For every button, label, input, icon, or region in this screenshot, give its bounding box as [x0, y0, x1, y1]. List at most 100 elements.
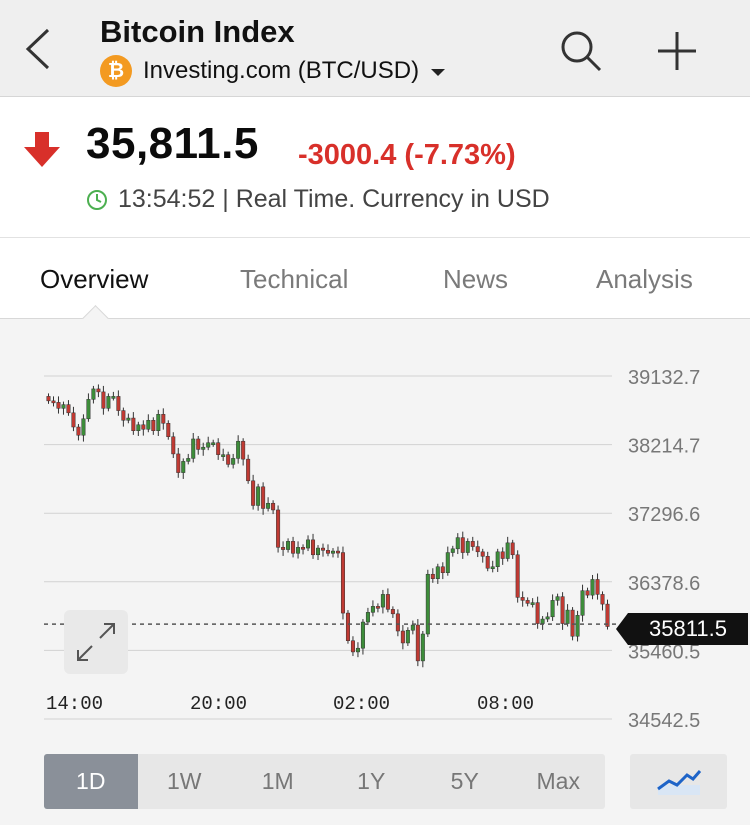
- candle-body: [301, 547, 306, 550]
- tab-analysis[interactable]: Analysis: [596, 264, 693, 295]
- candle-body: [405, 630, 410, 644]
- candle-body: [316, 547, 321, 556]
- back-button[interactable]: [14, 18, 64, 80]
- candle-body: [500, 551, 505, 559]
- candle-body: [136, 424, 141, 432]
- candle-body: [91, 388, 96, 400]
- tab-news[interactable]: News: [443, 264, 508, 295]
- candle-body: [360, 621, 365, 649]
- candle-body: [475, 546, 480, 553]
- clock-icon: [87, 189, 107, 210]
- candle-body: [440, 566, 445, 573]
- candle-body: [86, 399, 91, 420]
- chart-area: 39132.7 38214.7 37296.6 36378.6 35460.5 34542…: [0, 319, 750, 825]
- candle-body: [156, 414, 161, 432]
- candle-body: [595, 579, 600, 595]
- add-button[interactable]: [650, 24, 704, 78]
- candle-body: [555, 596, 560, 601]
- candle-body: [600, 594, 605, 605]
- candle-body: [510, 542, 515, 556]
- range-1m-button[interactable]: 1M: [231, 754, 325, 809]
- candle-body: [281, 547, 286, 550]
- candle-body: [515, 554, 520, 598]
- price-change: -3000.4 (-7.73%): [298, 139, 516, 171]
- candle-body: [96, 388, 101, 393]
- candle-body: [365, 612, 370, 623]
- candle-body: [330, 550, 335, 554]
- expand-icon: [77, 623, 115, 661]
- y-tick-label: 37296.6: [628, 504, 700, 526]
- candle-body: [350, 640, 355, 653]
- candle-body: [56, 402, 61, 409]
- candle-body: [66, 404, 71, 414]
- candle-body: [276, 509, 281, 548]
- x-tick-label: 20:00: [190, 693, 247, 715]
- page-title: Bitcoin Index: [100, 14, 295, 49]
- candle-body: [575, 615, 580, 637]
- range-1y-button[interactable]: 1Y: [325, 754, 419, 809]
- candle-body: [246, 458, 251, 482]
- candle-body: [51, 400, 56, 404]
- candle-body: [535, 602, 540, 624]
- candle-body: [395, 613, 400, 632]
- range-1d-button[interactable]: 1D: [44, 754, 138, 809]
- time-row: 13:54:52 | Real Time. Currency in USD: [86, 185, 550, 214]
- candle-body: [166, 423, 171, 437]
- tab-technical[interactable]: Technical: [240, 264, 348, 295]
- candle-body: [46, 396, 51, 402]
- chart-type-button[interactable]: [630, 754, 727, 809]
- candle-body: [545, 616, 550, 620]
- candle-body: [126, 417, 131, 421]
- candle-body: [565, 609, 570, 624]
- last-price: 35,811.5: [86, 119, 259, 168]
- candle-body: [211, 442, 216, 445]
- candle-body: [540, 618, 545, 624]
- candle-body: [116, 396, 121, 411]
- candle-body: [241, 440, 246, 460]
- x-tick-label: 08:00: [477, 693, 534, 715]
- candle-body: [485, 556, 490, 569]
- candle-body: [236, 440, 241, 459]
- plus-icon: [658, 32, 696, 70]
- candle-body: [101, 391, 106, 409]
- range-max-button[interactable]: Max: [512, 754, 606, 809]
- candle-body: [151, 420, 156, 432]
- line-chart-icon: [656, 769, 701, 795]
- candle-body: [410, 624, 415, 631]
- range-1w-button[interactable]: 1W: [138, 754, 232, 809]
- range-selector: 1D 1W 1M 1Y 5Y Max: [44, 754, 605, 809]
- source-selector[interactable]: ₿ Investing.com (BTC/USD): [100, 54, 446, 88]
- range-5y-button[interactable]: 5Y: [418, 754, 512, 809]
- candle-body: [460, 537, 465, 553]
- current-price-tag: 35811.5: [616, 613, 748, 645]
- candle-body: [400, 630, 405, 644]
- candle-body: [61, 404, 66, 409]
- candle-body: [570, 609, 575, 637]
- source-label: Investing.com (BTC/USD): [143, 57, 420, 84]
- candle-body: [216, 442, 221, 455]
- tab-overview[interactable]: Overview: [40, 264, 148, 295]
- candle-body: [590, 579, 595, 596]
- expand-chart-button[interactable]: [64, 610, 128, 674]
- candle-body: [256, 486, 261, 506]
- candle-body: [146, 420, 151, 430]
- top-bar: Bitcoin Index ₿ Investing.com (BTC/USD): [0, 0, 750, 97]
- candle-body: [206, 442, 211, 448]
- candle-body: [585, 590, 590, 596]
- search-button[interactable]: [556, 26, 606, 76]
- candle-body: [271, 502, 276, 511]
- candle-body: [76, 426, 81, 436]
- candle-body: [106, 396, 111, 409]
- price-chart[interactable]: 39132.738214.737296.636378.635460.534542…: [0, 319, 750, 749]
- candle-body: [181, 461, 186, 473]
- candle-body: [196, 438, 201, 450]
- time-label: 13:54:52 | Real Time. Currency in USD: [118, 185, 550, 213]
- candle-body: [266, 502, 271, 509]
- candle-body: [296, 547, 301, 554]
- candle-body: [355, 647, 360, 653]
- candle-body: [176, 453, 181, 473]
- candle-body: [261, 486, 266, 509]
- candle-body: [465, 541, 470, 553]
- chevron-left-icon: [25, 28, 50, 70]
- candle-body: [385, 594, 390, 610]
